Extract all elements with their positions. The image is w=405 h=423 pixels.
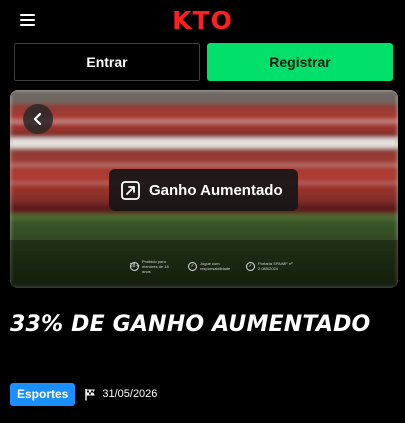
promo-title: 33% DE GANHO AUMENTADO <box>10 312 371 337</box>
responsible-gaming-disclaimers: 18+ Proibido para menores de 18 anos ✓ J… <box>129 258 310 274</box>
auth-buttons: Entrar Registrar <box>14 43 393 81</box>
disclaimer-item: ✓ Portaria SPA/MF nº 2.085/2024 <box>246 261 294 271</box>
carousel-back-button[interactable] <box>23 104 53 134</box>
checkered-flag-icon <box>85 388 96 400</box>
promo-banner: Ganho Aumentado 18+ Proibido para menore… <box>10 90 398 288</box>
kto-logo[interactable]: KTO <box>172 7 233 35</box>
disclaimer-item: 18+ Proibido para menores de 18 anos <box>129 258 178 274</box>
disclaimer-text: Jogue com responsabilidade <box>200 261 231 271</box>
shield-check-icon: ✓ <box>188 261 197 271</box>
promo-meta: Esportes 31/05/2026 <box>10 382 157 406</box>
login-button[interactable]: Entrar <box>14 43 200 81</box>
disclaimer-text: Portaria SPA/MF nº 2.085/2024 <box>258 261 293 271</box>
category-badge[interactable]: Esportes <box>10 382 76 406</box>
hamburger-menu-icon[interactable] <box>20 14 35 26</box>
disclaimer-item: ✓ Jogue com responsabilidade <box>188 261 236 271</box>
age-restriction-icon: 18+ <box>129 261 140 271</box>
disclaimer-text: Proibido para menores de 18 anos <box>142 258 169 274</box>
promo-label-text: Ganho Aumentado <box>149 181 283 199</box>
register-button[interactable]: Registrar <box>207 43 393 81</box>
arrow-up-right-box-icon <box>121 180 140 200</box>
badge-check-icon: ✓ <box>246 261 255 271</box>
promo-label-pill: Ganho Aumentado <box>109 169 298 211</box>
chevron-left-icon <box>33 112 42 126</box>
header: KTO <box>0 0 405 42</box>
promo-date: 31/05/2026 <box>102 388 158 400</box>
